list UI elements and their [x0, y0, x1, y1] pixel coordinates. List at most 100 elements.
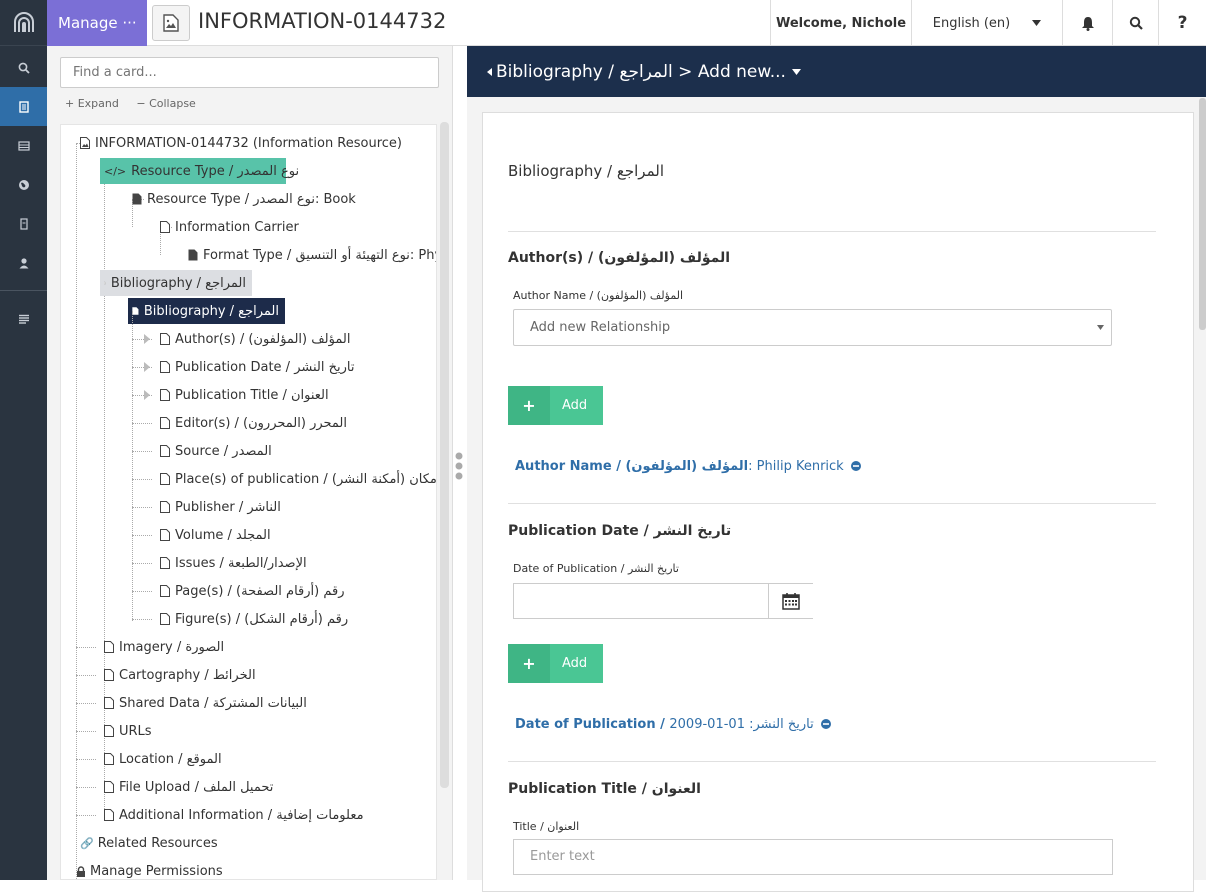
file-outline-icon — [160, 529, 170, 541]
tree-node-subcard[interactable]: Figure(s) / (رقم (أرقام الشكل — [156, 606, 354, 632]
globe-icon[interactable] — [0, 165, 47, 204]
tree-node-subcard[interactable]: Page(s) / (رقم (أرقام الصفحة — [156, 578, 351, 604]
help-icon[interactable]: ? — [1158, 0, 1206, 46]
tree-guide — [132, 423, 152, 424]
expand-label: Expand — [77, 97, 119, 110]
tree-node-subcard[interactable]: Volume / المجلد — [156, 522, 277, 548]
tree-node-subcard[interactable]: URLs — [100, 718, 158, 744]
tree-node-label: Author(s) / (المؤلف (المؤلفون — [175, 331, 351, 347]
user-icon[interactable] — [0, 243, 47, 282]
author-relationship-select[interactable]: Add new Relationship — [513, 309, 1112, 346]
welcome-user[interactable]: Welcome, Nichole — [770, 0, 911, 46]
resource-editor-icon[interactable] — [0, 87, 47, 126]
editor-card: Bibliography / المراجع Author(s) / (المؤ… — [482, 112, 1194, 892]
link-icon: 🔗 — [80, 836, 94, 850]
tree-scrollbar[interactable] — [440, 122, 449, 788]
arches-logo-icon[interactable] — [0, 0, 47, 46]
tree-node-subcard[interactable]: Additional Information / معلومات إضافية — [100, 802, 370, 828]
search-icon[interactable] — [0, 48, 47, 87]
tree-guide — [132, 451, 152, 452]
tree-node-subcard[interactable]: Source / المصدر — [156, 438, 278, 464]
date-input[interactable] — [513, 583, 813, 619]
divider — [508, 761, 1156, 762]
tree-node-subcard[interactable]: Shared Data / البيانات المشتركة — [100, 690, 313, 716]
add-label: Add — [562, 398, 588, 413]
tree-node-subcard[interactable]: Place(s) of publication / (مكان (أمكنة ا… — [156, 466, 436, 492]
tree-node-subcard[interactable]: File Upload / تحميل الملف — [100, 774, 279, 800]
title-field-label: Title / العنوان — [513, 820, 580, 833]
expand-caret-icon[interactable] — [144, 334, 150, 344]
tree-node-bibliography-selected[interactable]: Bibliography / المراجع — [128, 298, 285, 324]
tree-node-subcard[interactable]: Editor(s) / (المحرر (المحررون — [156, 410, 353, 436]
file-outline-icon — [104, 809, 114, 821]
expand-button[interactable]: + Expand — [65, 97, 119, 110]
search-icon[interactable] — [1112, 0, 1158, 46]
file-outline-icon — [104, 725, 114, 737]
file-outline-icon — [160, 221, 170, 233]
tree-node-label: Publication Title / العنوان — [175, 387, 329, 403]
file-icon — [132, 307, 139, 315]
calendar-button[interactable] — [768, 584, 813, 618]
remove-circle-icon[interactable] — [820, 719, 831, 729]
caret-down-icon — [791, 68, 801, 75]
tree-node-subcard[interactable]: Author(s) / (المؤلف (المؤلفون — [156, 326, 356, 352]
pubtitle-section-title: Publication Title / العنوان — [508, 781, 701, 797]
tree-node-label: Additional Information / معلومات إضافية — [119, 807, 364, 823]
tree-guide — [132, 479, 152, 480]
tree-node-label: Shared Data / البيانات المشتركة — [119, 695, 307, 711]
tree-node-bibliography-card[interactable]: Bibliography / المراجع — [100, 270, 252, 296]
add-label: Add — [562, 656, 588, 671]
editor-header[interactable]: Bibliography / المراجع > Add new... — [467, 46, 1206, 97]
tree-node-related-resources[interactable]: 🔗 Related Resources — [76, 830, 224, 856]
title-input[interactable]: Enter text — [513, 839, 1113, 875]
tree-node-label: Publication Date / تاريخ النشر — [175, 359, 355, 375]
tree-node-information-carrier[interactable]: Information Carrier — [156, 214, 305, 240]
tree-node-subcard[interactable]: Publisher / الناشر — [156, 494, 287, 520]
tree-node-manage-permissions[interactable]: Manage Permissions — [72, 858, 229, 879]
bookmark-icon[interactable] — [0, 204, 47, 243]
tree-node-label: Related Resources — [97, 835, 218, 851]
file-outline-icon — [104, 281, 106, 285]
file-outline-icon — [160, 557, 170, 569]
tree-guide — [76, 143, 77, 879]
image-icon — [152, 5, 190, 41]
tree-node-resource-type-book[interactable]: Resource Type / نوع المصدر: Book — [128, 186, 362, 212]
tree-node-root[interactable]: INFORMATION-0144732 (Information Resourc… — [76, 130, 408, 156]
list-icon[interactable] — [0, 299, 47, 338]
file-outline-icon — [160, 417, 170, 429]
tree-node-resource-type-card[interactable]: </> Resource Type / نوع المصدر — [100, 158, 299, 184]
tree-node-label: Format Type / نوع التهيئة أو التنسيق: Ph… — [203, 247, 436, 263]
pubdate-section-title: Publication Date / تاريخ النشر — [508, 523, 732, 539]
notifications-bell-icon[interactable] — [1062, 0, 1112, 46]
editor-scrollbar[interactable] — [1199, 98, 1206, 330]
tree-guide — [132, 591, 152, 592]
tree-node-subcard[interactable]: Cartography / الخرائط — [100, 662, 262, 688]
add-date-button[interactable]: + Add — [508, 644, 603, 683]
file-icon — [132, 193, 142, 205]
expand-caret-icon[interactable] — [144, 362, 150, 372]
collapse-button[interactable]: − Collapse — [136, 97, 195, 110]
tree-node-label: Volume / المجلد — [175, 527, 271, 543]
file-icon — [188, 249, 198, 261]
expand-caret-icon[interactable] — [144, 390, 150, 400]
tree-node-label: Imagery / الصورة — [119, 639, 225, 655]
tree-node-label: Figure(s) / (رقم (أرقام الشكل — [175, 611, 349, 627]
database-icon[interactable] — [0, 126, 47, 165]
remove-circle-icon[interactable] — [850, 461, 861, 471]
tree-node-label: Information Carrier — [175, 219, 299, 235]
panel-resize-handle[interactable] — [455, 452, 463, 480]
tree-node-subcard[interactable]: Publication Date / تاريخ النشر — [156, 354, 360, 380]
date-rel-key: Date of Publication / — [515, 717, 670, 732]
tree-node-format-type[interactable]: Format Type / نوع التهيئة أو التنسيق: Ph… — [184, 242, 436, 268]
tree-node-subcard[interactable]: Publication Title / العنوان — [156, 382, 335, 408]
manage-menu-button[interactable]: Manage ··· — [47, 0, 147, 46]
calendar-icon — [782, 593, 800, 610]
tree-node-subcard[interactable]: Location / الموقع — [100, 746, 228, 772]
tree-node-subcard[interactable]: Imagery / الصورة — [100, 634, 230, 660]
find-card-input[interactable] — [60, 57, 439, 88]
file-outline-icon — [160, 585, 170, 597]
language-select[interactable]: English (en) — [911, 0, 1062, 46]
tree-node-subcard[interactable]: Issues / الإصدار/الطبعة — [156, 550, 313, 576]
add-author-button[interactable]: + Add — [508, 386, 603, 425]
tree-node-label: Resource Type / نوع المصدر — [131, 163, 300, 179]
